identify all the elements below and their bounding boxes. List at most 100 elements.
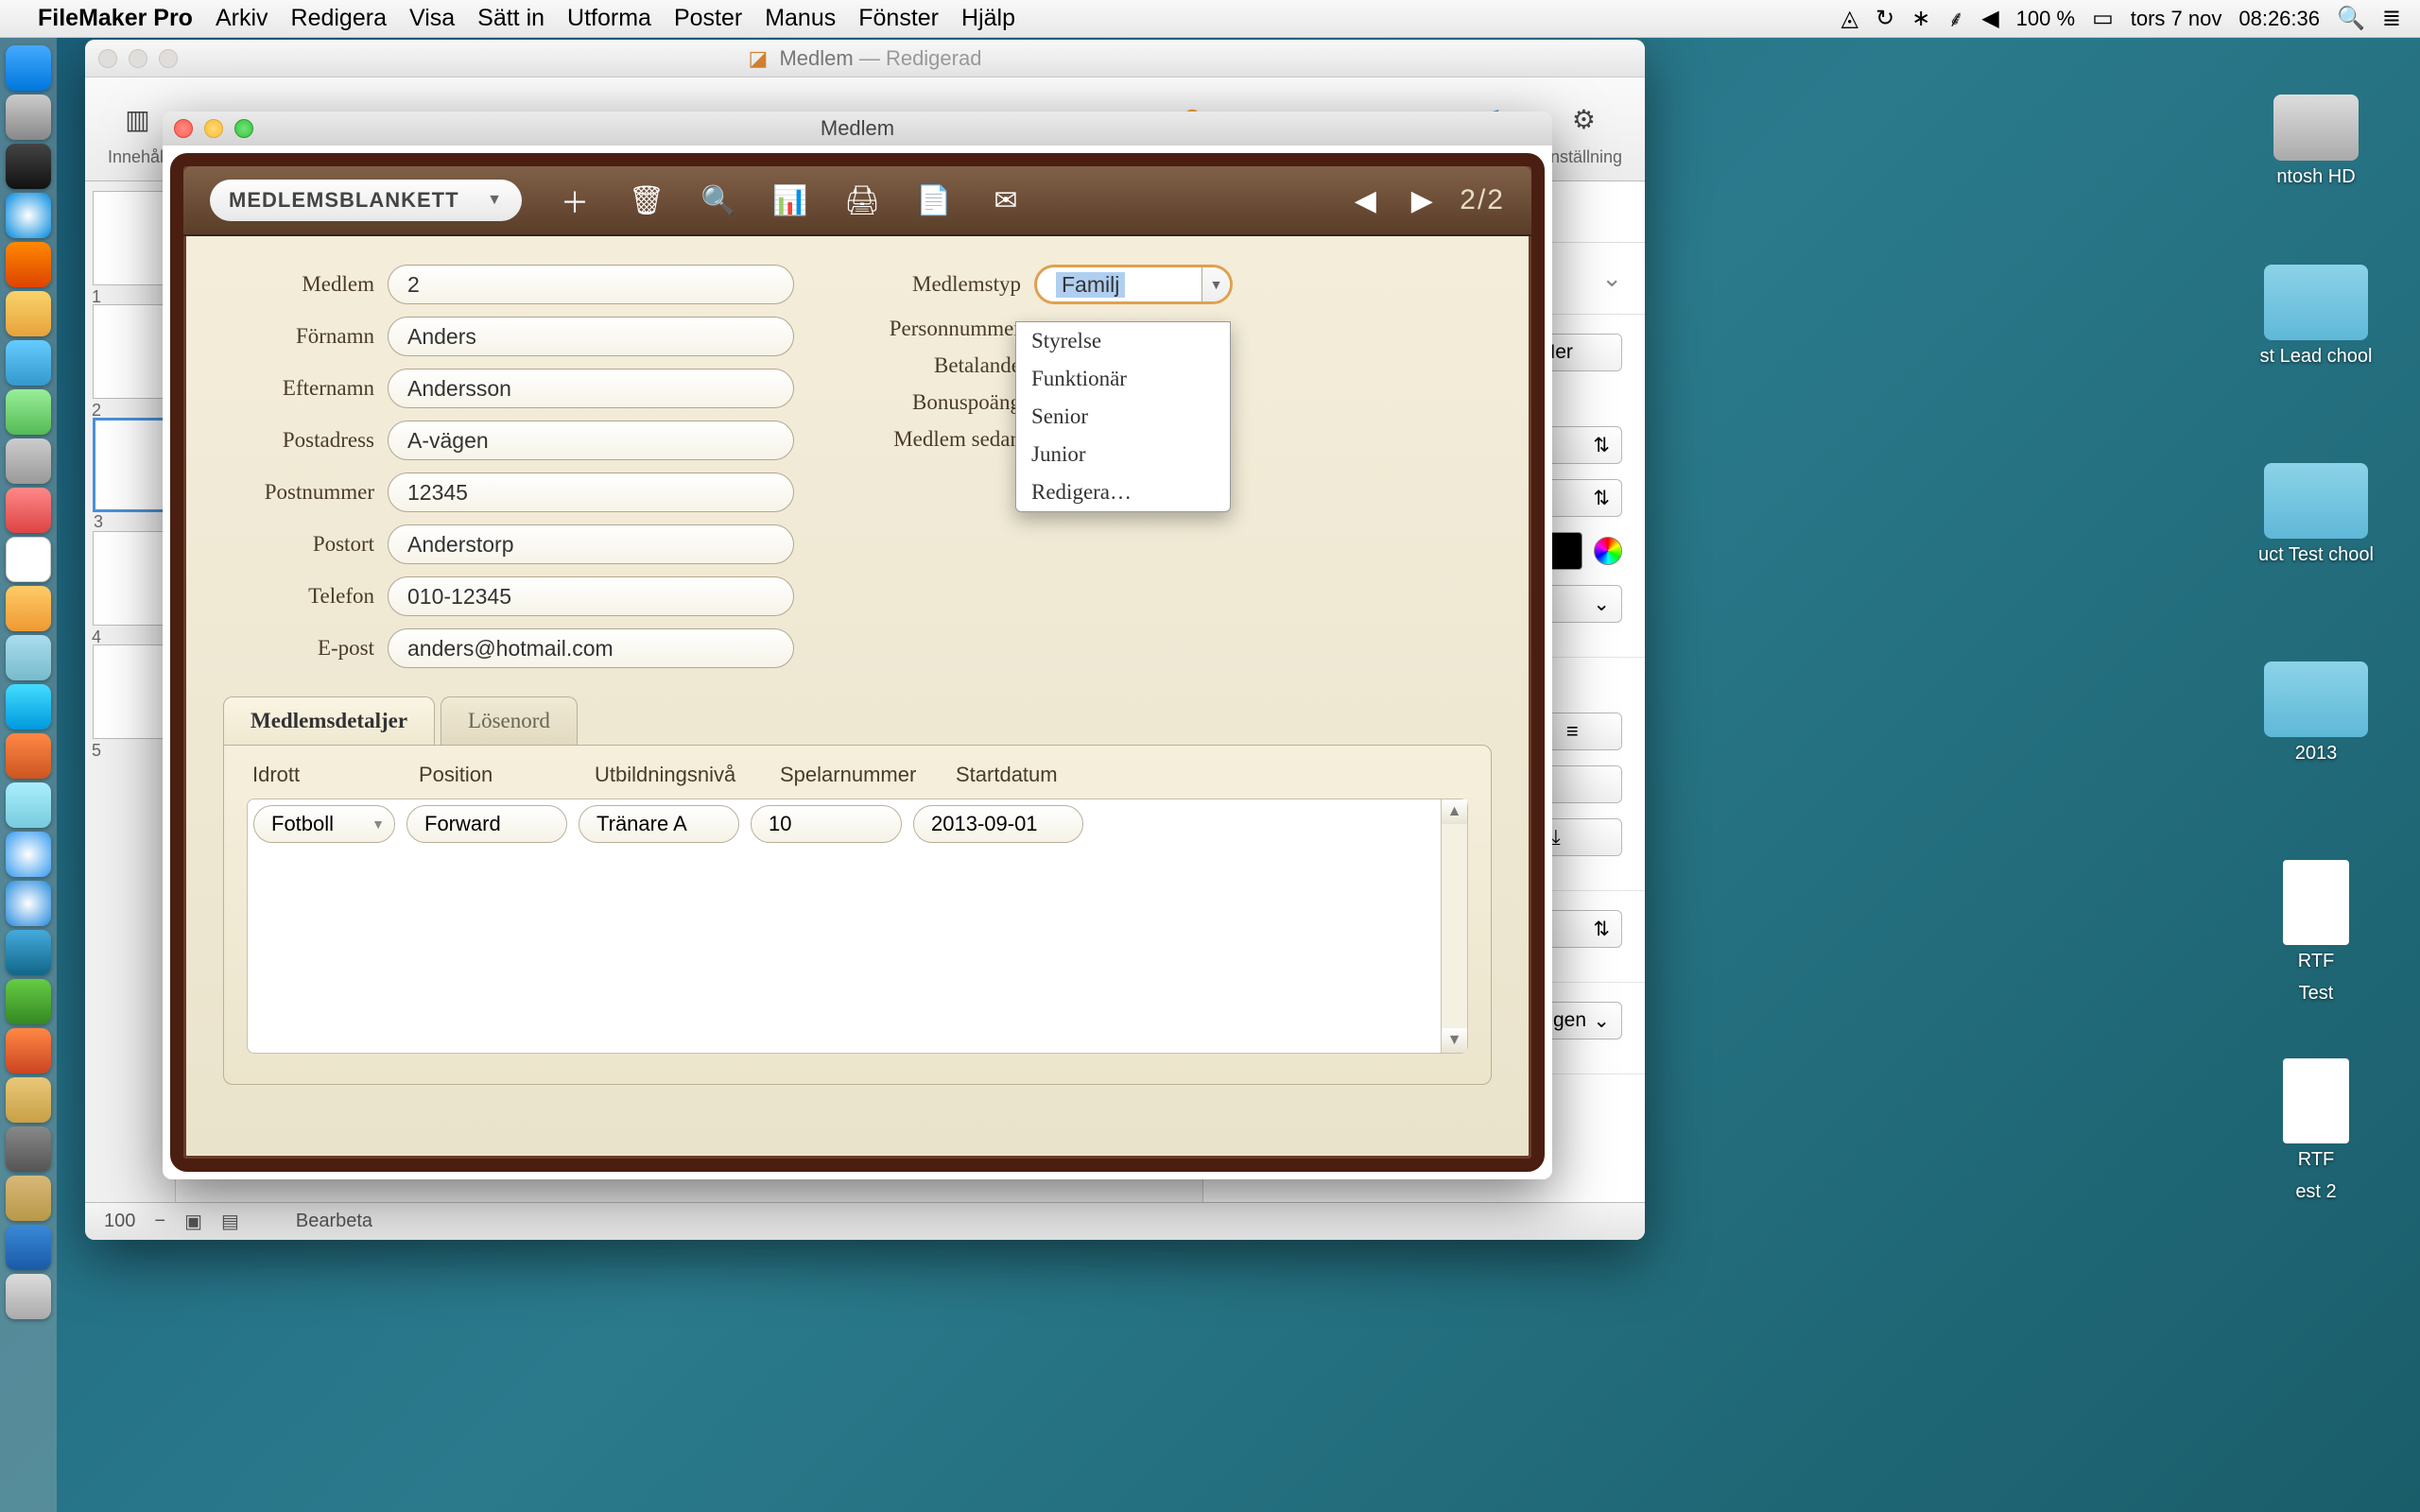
dock-generic-icon[interactable]	[6, 586, 51, 631]
thumbnail[interactable]: 2	[93, 304, 166, 399]
notification-icon[interactable]: ≣	[2382, 5, 2401, 32]
field-medlem[interactable]: 2	[388, 265, 794, 304]
spotlight-icon[interactable]: 🔍	[2337, 5, 2365, 32]
dropdown-option[interactable]: Junior	[1016, 436, 1230, 473]
medlem-titlebar[interactable]: Medlem	[163, 112, 1552, 146]
dock-appstore-icon[interactable]	[6, 881, 51, 926]
battery-icon[interactable]: ▭	[2092, 5, 2114, 32]
find-button[interactable]: 🔍	[700, 181, 737, 219]
close-button[interactable]	[98, 49, 117, 68]
menu-poster[interactable]: Poster	[674, 5, 742, 32]
field-postnummer[interactable]: 12345	[388, 472, 794, 512]
dock-finder-icon[interactable]	[6, 45, 51, 91]
zoom-button[interactable]	[234, 119, 253, 138]
dock-word-icon[interactable]	[6, 930, 51, 975]
portal-scrollbar[interactable]: ▲ ▼	[1441, 799, 1467, 1053]
desktop-folder[interactable]: 2013	[2250, 662, 2382, 765]
desktop-doc[interactable]: Test	[2250, 983, 2382, 1005]
dropdown-option[interactable]: Redigera…	[1016, 473, 1230, 511]
dock-excel-icon[interactable]	[6, 979, 51, 1024]
email-button[interactable]: ✉	[987, 181, 1025, 219]
minimize-button[interactable]	[204, 119, 223, 138]
dock-generic-icon[interactable]	[6, 488, 51, 533]
menu-utforma[interactable]: Utforma	[567, 5, 651, 32]
portal-idrott-field[interactable]: Fotboll▼	[253, 805, 395, 843]
tab-medlemsdetaljer[interactable]: Medlemsdetaljer	[223, 696, 435, 745]
battery-percent[interactable]: 100 %	[2016, 7, 2075, 31]
zoom-in-button[interactable]: ▤	[221, 1210, 239, 1233]
prev-record-button[interactable]: ◀	[1346, 181, 1384, 219]
settings-tool[interactable]: ⚙ Inställning	[1546, 91, 1622, 167]
desktop-doc[interactable]: est 2	[2250, 1181, 2382, 1203]
desktop-hd[interactable]: ntosh HD	[2250, 94, 2382, 188]
zoom-out-button[interactable]: −	[154, 1211, 165, 1232]
dock-generic-icon[interactable]	[6, 733, 51, 779]
dock-trash-icon[interactable]	[6, 1274, 51, 1319]
print-button[interactable]: 🖨	[843, 181, 881, 219]
field-medlemstyp[interactable]: Familj ▼	[1034, 265, 1233, 304]
desktop-folder[interactable]: uct Test chool	[2250, 463, 2382, 566]
content-tool[interactable]: ▥ Innehåll	[108, 91, 167, 167]
dock-itunes-icon[interactable]	[6, 832, 51, 877]
dock-powerpoint-icon[interactable]	[6, 1028, 51, 1074]
menubar-time[interactable]: 08:26:36	[2238, 7, 2320, 31]
dock-generic-icon[interactable]	[6, 782, 51, 828]
dock-generic-icon[interactable]	[6, 635, 51, 680]
scroll-down-icon[interactable]: ▼	[1442, 1028, 1467, 1053]
dock-messages-icon[interactable]	[6, 684, 51, 730]
dock-calendar-icon[interactable]	[6, 537, 51, 582]
menu-redigera[interactable]: Redigera	[291, 5, 387, 32]
dropdown-option[interactable]: Styrelse	[1016, 322, 1230, 360]
dock-missioncontrol-icon[interactable]	[6, 144, 51, 189]
new-record-button[interactable]: ＋	[556, 181, 594, 219]
dock-generic-icon[interactable]	[6, 389, 51, 435]
dock-launchpad-icon[interactable]	[6, 94, 51, 140]
dropdown-option[interactable]: Funktionär	[1016, 360, 1230, 398]
dock-generic-icon[interactable]	[6, 291, 51, 336]
dropdown-arrow-icon[interactable]: ▼	[1201, 267, 1230, 301]
next-record-button[interactable]: ▶	[1403, 181, 1441, 219]
menu-fonster[interactable]: Fönster	[858, 5, 939, 32]
menu-hjalp[interactable]: Hjälp	[961, 5, 1015, 32]
wifi-icon[interactable]: ⸙	[1947, 3, 1964, 34]
dock-generic-icon[interactable]	[6, 1126, 51, 1172]
field-telefon[interactable]: 010-12345	[388, 576, 794, 616]
gdrive-icon[interactable]: ◬	[1841, 5, 1858, 32]
thumbnail[interactable]: 3	[93, 418, 166, 512]
close-button[interactable]	[174, 119, 193, 138]
field-postort[interactable]: Anderstorp	[388, 524, 794, 564]
menu-visa[interactable]: Visa	[409, 5, 455, 32]
portal-position-field[interactable]: Forward	[406, 805, 567, 843]
delete-record-button[interactable]: 🗑	[628, 181, 666, 219]
menu-arkiv[interactable]: Arkiv	[216, 5, 268, 32]
field-epost[interactable]: anders@hotmail.com	[388, 628, 794, 668]
dock-filemaker-icon[interactable]	[6, 1225, 51, 1270]
dock-generic-icon[interactable]	[6, 438, 51, 484]
thumbnail[interactable]: 5	[93, 644, 166, 739]
tab-losenord[interactable]: Lösenord	[441, 696, 578, 745]
layout-dropdown[interactable]: MEDLEMSBLANKETT ▼	[210, 180, 522, 221]
desktop-folder[interactable]: st Lead chool	[2250, 265, 2382, 368]
desktop-doc[interactable]: RTF	[2250, 860, 2382, 972]
dock-generic-icon[interactable]	[6, 1176, 51, 1221]
zoom-button[interactable]	[159, 49, 178, 68]
zoom-fit-button[interactable]: ▣	[184, 1210, 202, 1233]
portal-utbildning-field[interactable]: Tränare A	[579, 805, 739, 843]
color-picker-button[interactable]	[1594, 537, 1622, 565]
field-postadress[interactable]: A-vägen	[388, 421, 794, 460]
field-efternamn[interactable]: Andersson	[388, 369, 794, 408]
portal-start-field[interactable]: 2013-09-01	[913, 805, 1083, 843]
timemachine-icon[interactable]: ↻	[1876, 5, 1894, 32]
minimize-button[interactable]	[129, 49, 147, 68]
dock-generic-icon[interactable]	[6, 1077, 51, 1123]
menubar-date[interactable]: tors 7 nov	[2131, 7, 2222, 31]
sort-button[interactable]: 📊	[771, 181, 809, 219]
dock-safari-icon[interactable]	[6, 193, 51, 238]
dock-firefox-icon[interactable]	[6, 242, 51, 287]
bluetooth-icon[interactable]: ∗	[1911, 5, 1930, 32]
window-titlebar[interactable]: ◪ Medlem — Redigerad	[85, 40, 1645, 77]
menu-satt-in[interactable]: Sätt in	[477, 5, 544, 32]
menu-manus[interactable]: Manus	[765, 5, 836, 32]
app-name[interactable]: FileMaker Pro	[38, 5, 193, 32]
thumbnail[interactable]: 1	[93, 191, 166, 285]
